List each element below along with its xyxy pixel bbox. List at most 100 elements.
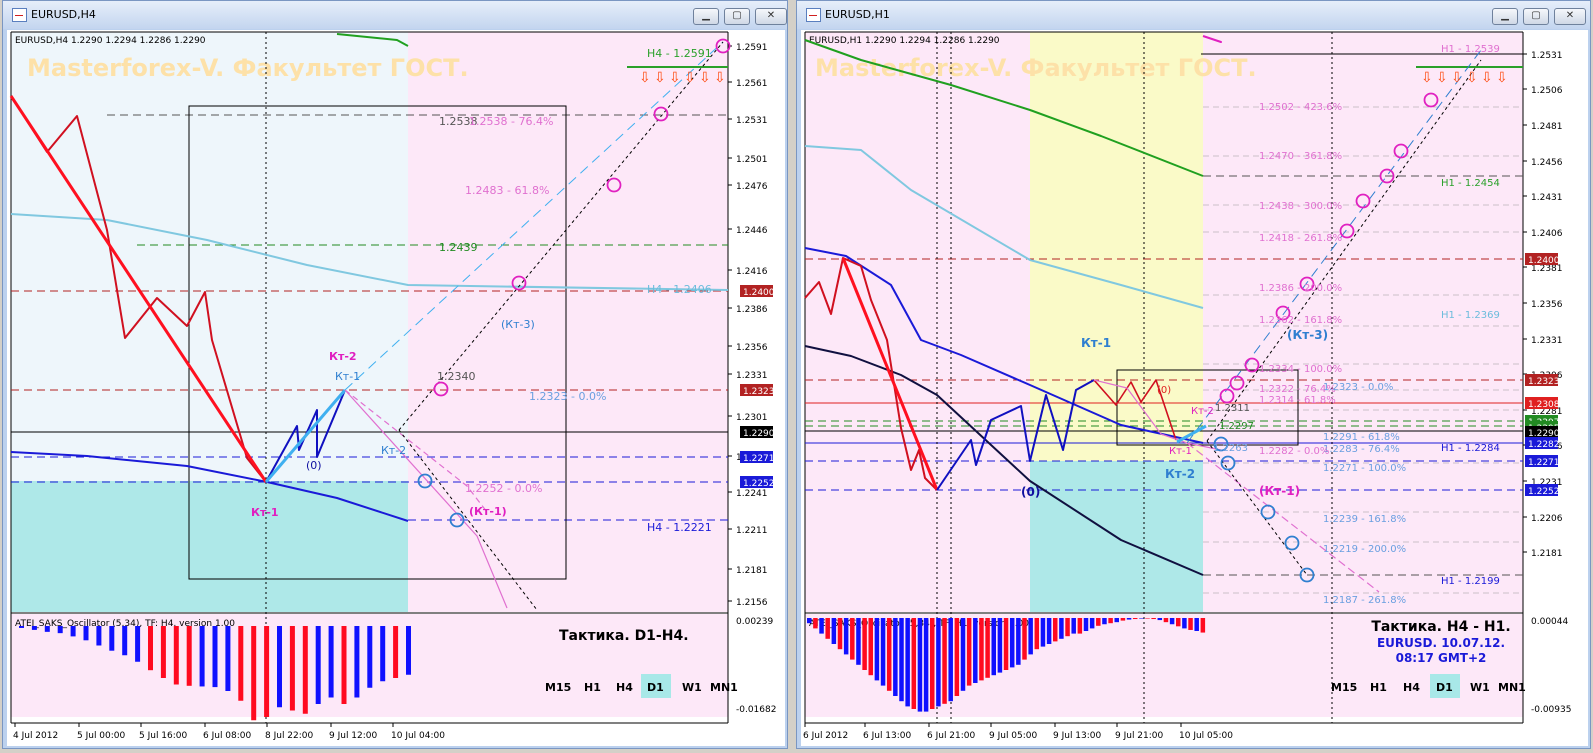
osc-bar <box>886 618 892 691</box>
chart-canvas[interactable]: Masterforex-V. Факультет ГОСТ. EURUSD,H1 … <box>801 30 1588 746</box>
osc-bar <box>251 626 257 721</box>
osc-bar <box>917 618 923 712</box>
label-f00: 1.2323 - 0.0% <box>1323 382 1393 393</box>
price-tag-label: 1.2323 <box>743 387 775 397</box>
chart-window-h4: EURUSD,H4 ▁ ▢ ✕ Masterforex-V. Факультет… <box>2 0 788 749</box>
osc-bar <box>1200 618 1206 633</box>
osc-bar <box>930 618 935 709</box>
label-b618: 1.2291 - 61.8% <box>1323 432 1400 443</box>
label-h4_2221: H4 - 1.2221 <box>647 521 712 534</box>
osc-bar <box>1040 618 1046 647</box>
osc-bar <box>1102 618 1107 625</box>
osc-bar <box>1009 618 1015 668</box>
osc-bar <box>354 626 360 698</box>
osc-bar <box>1157 618 1163 621</box>
tf-button: W1 <box>1470 681 1490 694</box>
minimize-icon[interactable]: ▁ <box>1492 8 1518 25</box>
price-tag-label: 1.2308 <box>1528 400 1560 410</box>
time-tick-label: 6 Jul 2012 <box>803 731 848 741</box>
label-zero: (0) <box>1021 485 1040 499</box>
price-tag-label: 1.2323 <box>1528 377 1560 387</box>
time-tick-label: 9 Jul 13:00 <box>1053 731 1102 741</box>
window-titlebar[interactable]: EURUSD,H1 ▁ ▢ ✕ <box>797 1 1590 29</box>
price-tick-label: 1.2561 <box>736 79 768 89</box>
label-zero: (0) <box>306 459 322 472</box>
osc-bar <box>1053 618 1058 642</box>
osc-bar <box>837 618 843 650</box>
osc-bar <box>991 618 996 676</box>
osc-bar <box>1176 618 1181 627</box>
osc-bar <box>186 626 192 686</box>
maximize-icon[interactable]: ▢ <box>1523 8 1549 25</box>
label-f100: 1.2334 - 100.0% <box>1259 364 1342 375</box>
osc-bar <box>1028 618 1033 655</box>
time-tick-label: 6 Jul 13:00 <box>863 731 912 741</box>
osc-bar <box>148 626 153 671</box>
close-icon[interactable]: ✕ <box>755 8 787 25</box>
price-tick-label: 1.2531 <box>1531 51 1563 61</box>
label-f00b: 1.2282 - 0.0% <box>1259 446 1329 457</box>
osc-bar <box>850 618 855 660</box>
label-kt3: (Кт-3) <box>501 318 535 331</box>
label-f2618: 1.2418 - 261.8% <box>1259 233 1342 244</box>
osc-bar <box>807 618 812 624</box>
osc-bar <box>83 626 89 641</box>
tf-button: H1 <box>584 681 601 694</box>
osc-bar <box>1139 618 1144 619</box>
label-f4236: 1.2502 - 423.6% <box>1259 102 1342 113</box>
maximize-icon[interactable]: ▢ <box>724 8 750 25</box>
osc-bar <box>109 626 115 651</box>
osc-bar <box>212 626 218 688</box>
chart-window-icon <box>12 8 27 22</box>
down-arrow-icon: ⇩ <box>714 70 726 86</box>
window-titlebar[interactable]: EURUSD,H4 ▁ ▢ ✕ <box>3 1 787 29</box>
osc-bar <box>1065 618 1070 637</box>
label-l2340: 1.2340 <box>437 370 476 383</box>
osc-bar <box>1077 618 1083 634</box>
label-kt2: Кт-2 <box>329 350 357 363</box>
label-h4_2406: H4 - 1.2406 <box>647 283 712 296</box>
price-tick-label: 1.2531 <box>736 116 768 126</box>
label-l2263: 1.2263 <box>1213 443 1248 454</box>
osc-bar <box>856 618 861 665</box>
tactic-label: Тактика. H4 - H1. <box>1371 619 1510 635</box>
label-kt1b: Кт-1 <box>335 370 360 383</box>
osc-bar <box>1108 618 1113 624</box>
osc-bar <box>44 626 50 632</box>
close-icon[interactable]: ✕ <box>1554 8 1586 25</box>
osc-bar <box>985 618 990 678</box>
label-f1618: 1.2362 - 161.8% <box>1259 315 1342 326</box>
osc-bar <box>393 626 399 678</box>
down-arrow-icon: ⇩ <box>639 70 651 86</box>
price-tick-label: 1.2206 <box>1531 514 1563 524</box>
label-kt2m: Кт-2 <box>1191 406 1214 417</box>
price-tick-label: 1.2331 <box>736 371 768 381</box>
label-kt1: Кт-1 <box>1081 336 1111 350</box>
osc-bar <box>173 626 179 685</box>
osc-bar <box>899 618 904 702</box>
price-tick-label: 1.2301 <box>736 413 768 423</box>
price-tick-label: 1.2156 <box>736 598 768 608</box>
tf-button: H4 <box>616 681 633 694</box>
time-tick-label: 5 Jul 16:00 <box>139 731 188 741</box>
osc-bar <box>843 618 849 655</box>
label-b200: 1.2219 - 200.0% <box>1323 544 1406 555</box>
osc-bar <box>328 626 334 698</box>
down-arrow-icon: ⇩ <box>684 70 696 86</box>
chart-canvas[interactable]: Masterforex-V. Факультет ГОСТ. EURUSD,H4 … <box>7 30 785 746</box>
label-kt3: (Кт-3) <box>1287 328 1328 342</box>
chart-info: EURUSD,H4 1.2290 1.2294 1.2286 1.2290 <box>15 36 206 46</box>
osc-bar <box>96 626 102 646</box>
label-h1_2454: H1 - 1.2454 <box>1441 178 1500 189</box>
down-arrow-icon: ⇩ <box>1496 70 1508 86</box>
label-h1_2539: H1 - 1.2539 <box>1441 44 1500 55</box>
price-tick-label: 1.2431 <box>1531 193 1563 203</box>
price-tag-label: 1.2282 <box>1528 440 1560 450</box>
osc-bar <box>31 626 37 630</box>
osc-bar <box>862 618 867 670</box>
osc-bar <box>868 618 873 676</box>
minimize-icon[interactable]: ▁ <box>693 8 719 25</box>
price-tag-label: 1.2252 <box>1528 487 1560 497</box>
tf-button: MN1 <box>1498 681 1526 694</box>
time-tick-label: 9 Jul 05:00 <box>989 731 1038 741</box>
